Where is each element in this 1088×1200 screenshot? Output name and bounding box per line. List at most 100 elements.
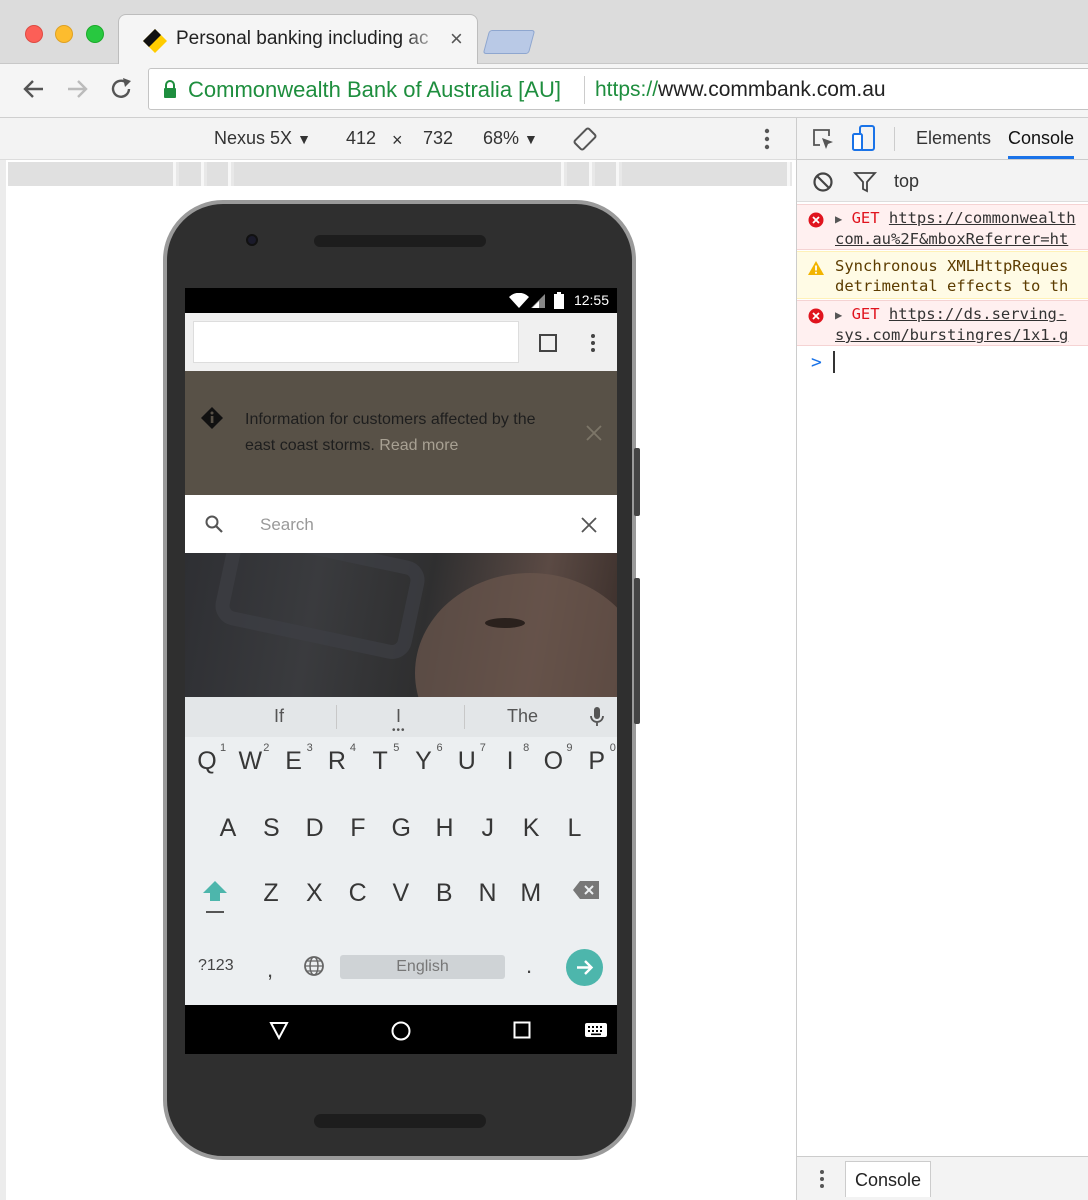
enter-button[interactable] (566, 949, 603, 986)
hero-image (185, 553, 617, 697)
filter-icon[interactable] (853, 171, 877, 193)
expand-triangle-icon[interactable]: ▶ (835, 212, 842, 226)
minimize-window-button[interactable] (55, 25, 73, 43)
suggestion-divider (464, 705, 465, 729)
console-toolbar: top (797, 160, 1088, 202)
times-sign: × (392, 130, 403, 150)
suggestion-3[interactable]: The (507, 706, 538, 727)
suggestion-1[interactable]: If (274, 706, 284, 727)
comma-key[interactable]: , (267, 957, 273, 983)
zoom-window-button[interactable] (86, 25, 104, 43)
key-e[interactable]: E (279, 747, 309, 776)
top-speaker (314, 235, 486, 247)
key-m[interactable]: M (516, 879, 546, 908)
android-nav-bar (185, 1005, 617, 1054)
clear-search-icon[interactable] (580, 516, 598, 534)
banner-message: Information for customers affected by th… (245, 407, 545, 459)
expand-triangle-icon[interactable]: ▶ (835, 308, 842, 322)
key-r[interactable]: R (322, 747, 352, 776)
key-hint: 2 (263, 742, 270, 754)
height-input[interactable]: 732 (423, 128, 453, 149)
url-text[interactable]: https://www.commbank.com.au (595, 78, 886, 102)
console-input[interactable] (833, 351, 835, 373)
reload-icon[interactable] (108, 76, 134, 102)
key-hint: 1 (220, 742, 227, 754)
keyboard-icon[interactable] (585, 1023, 607, 1037)
shift-icon[interactable] (202, 879, 228, 915)
key-d[interactable]: D (300, 814, 330, 843)
new-tab-button[interactable] (482, 30, 536, 54)
key-z[interactable]: Z (256, 879, 286, 908)
search-input[interactable]: Search (260, 515, 314, 535)
drawer-menu-icon[interactable] (817, 1168, 827, 1190)
key-t[interactable]: T (365, 747, 395, 776)
backspace-icon[interactable] (572, 880, 600, 900)
more-options-icon[interactable] (760, 126, 774, 152)
device-mode-icon[interactable] (851, 125, 877, 153)
console-error-message[interactable]: ▶ GET https://ds.serving- sys.com/bursti… (797, 300, 1088, 346)
device-select[interactable]: Nexus 5X ▼ (214, 128, 311, 149)
error-url-continued[interactable]: sys.com/burstingres/1x1.g (835, 326, 1068, 344)
key-w[interactable]: W (235, 747, 265, 776)
back-arrow-icon[interactable] (21, 76, 47, 102)
rotate-icon[interactable] (572, 126, 598, 152)
site-identity-label[interactable]: Commonwealth Bank of Australia [AU] (188, 77, 561, 103)
zoom-select[interactable]: 68% ▼ (483, 128, 538, 149)
key-x[interactable]: X (299, 879, 329, 908)
console-warning-message[interactable]: Synchronous XMLHttpReques detrimental ef… (797, 251, 1088, 299)
space-bar[interactable]: English (340, 955, 505, 979)
clear-console-icon[interactable] (812, 171, 834, 193)
key-s[interactable]: S (256, 814, 286, 843)
forward-arrow-icon[interactable] (64, 76, 90, 102)
key-c[interactable]: C (343, 879, 373, 908)
error-url-link[interactable]: https://ds.serving- (889, 305, 1066, 323)
key-k[interactable]: K (516, 814, 546, 843)
close-icon[interactable] (585, 424, 603, 442)
nav-back-icon[interactable] (269, 1020, 289, 1040)
more-suggestions-icon[interactable]: ••• (392, 725, 406, 736)
key-y[interactable]: Y (409, 747, 439, 776)
tabs-switcher-icon[interactable] (538, 333, 558, 353)
key-q[interactable]: Q (192, 747, 222, 776)
error-url-continued[interactable]: com.au%2F&mboxReferrer=ht (835, 230, 1068, 248)
context-select[interactable]: top (894, 171, 919, 192)
key-v[interactable]: V (386, 879, 416, 908)
url-scheme: https:// (595, 78, 659, 101)
period-key[interactable]: . (526, 953, 532, 979)
key-g[interactable]: G (386, 814, 416, 843)
phone-screen: 12:55 Information for customers affected… (185, 288, 617, 1054)
key-b[interactable]: B (429, 879, 459, 908)
media-query-ruler[interactable] (8, 162, 792, 186)
globe-icon[interactable] (303, 955, 325, 977)
width-input[interactable]: 412 (346, 128, 376, 149)
symbols-key[interactable]: ?123 (198, 957, 234, 975)
secure-lock-icon[interactable] (162, 79, 178, 99)
suggestion-2[interactable]: I (396, 706, 401, 727)
error-url-link[interactable]: https://commonwealth (889, 209, 1076, 227)
close-window-button[interactable] (25, 25, 43, 43)
tab-elements[interactable]: Elements (916, 128, 991, 149)
key-n[interactable]: N (473, 879, 503, 908)
tab-close-icon[interactable]: × (450, 26, 463, 52)
tab-console[interactable]: Console (1008, 128, 1075, 159)
key-o[interactable]: O (538, 747, 568, 776)
key-i[interactable]: I (495, 747, 525, 776)
console-error-message[interactable]: ▶ GET https://commonwealth com.au%2F&mbo… (797, 204, 1088, 250)
nav-home-icon[interactable] (390, 1020, 412, 1042)
nav-recents-icon[interactable] (513, 1021, 531, 1039)
microphone-icon[interactable] (589, 706, 605, 728)
key-j[interactable]: J (473, 814, 503, 843)
read-more-link[interactable]: Read more (379, 437, 458, 454)
drawer-tab-console[interactable]: Console (845, 1161, 931, 1197)
mobile-menu-icon[interactable] (587, 332, 599, 354)
key-u[interactable]: U (452, 747, 482, 776)
key-f[interactable]: F (343, 814, 373, 843)
mobile-address-input[interactable] (193, 321, 519, 363)
key-p[interactable]: P (582, 747, 612, 776)
key-a[interactable]: A (213, 814, 243, 843)
warning-icon (808, 261, 824, 275)
key-l[interactable]: L (559, 814, 589, 843)
error-icon (808, 212, 824, 228)
key-h[interactable]: H (430, 814, 460, 843)
inspect-element-icon[interactable] (811, 127, 835, 151)
